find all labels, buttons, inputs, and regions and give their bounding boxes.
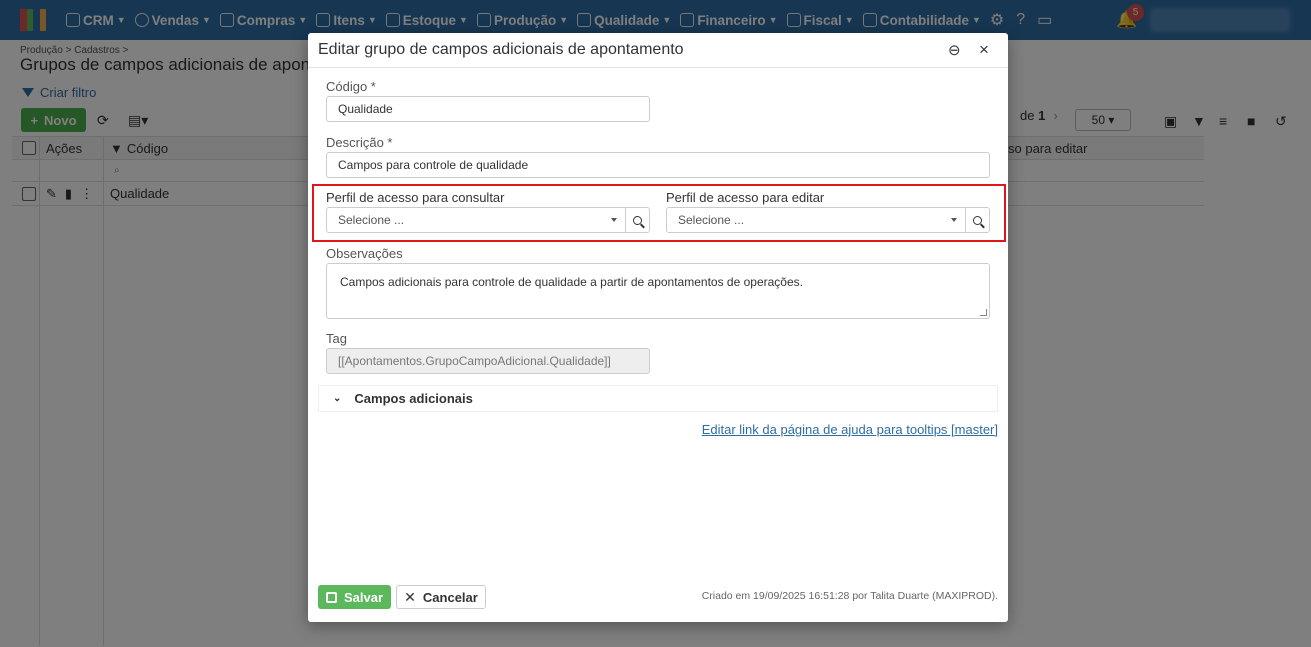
search-icon [973,215,982,225]
perfil-consultar-value: Selecione ... [338,213,405,227]
perfil-editar-select[interactable]: Selecione ... [666,207,990,233]
caret-down-icon [611,218,617,222]
descricao-label: Descrição * [326,135,393,150]
modal-title: Editar grupo de campos adicionais de apo… [318,41,684,58]
chevron-down-icon: ⌄ [333,393,342,404]
observacoes-value: Campos adicionais para controle de quali… [340,275,803,289]
save-button[interactable]: Salvar [318,585,391,609]
perfil-consultar-label: Perfil de acesso para consultar [326,190,505,205]
tag-label: Tag [326,331,347,346]
perfil-editar-value: Selecione ... [678,213,745,227]
perfil-consultar-select[interactable]: Selecione ... [326,207,650,233]
campos-adicionais-section[interactable]: ⌄ Campos adicionais [318,385,998,412]
codigo-label: Código * [326,79,376,94]
codigo-input[interactable]: Qualidade [326,96,650,122]
help-link[interactable]: Editar link da página de ajuda para tool… [702,422,998,437]
observacoes-textarea[interactable]: Campos adicionais para controle de quali… [326,263,990,319]
save-icon [325,591,337,603]
perfil-editar-search-button[interactable] [965,208,989,232]
link-icon[interactable]: ⊖ [948,41,961,59]
close-icon[interactable]: × [979,40,989,60]
observacoes-label: Observações [326,246,403,261]
created-info: Criado em 19/09/2025 16:51:28 por Talita… [701,590,998,602]
search-icon [633,215,642,225]
modal-header: Editar grupo de campos adicionais de apo… [308,33,1008,68]
close-icon: ✕ [404,588,416,605]
tag-input: [[Apontamentos.GrupoCampoAdicional.Quali… [326,348,650,374]
caret-down-icon [951,218,957,222]
edit-group-modal: Editar grupo de campos adicionais de apo… [308,33,1008,622]
cancel-button[interactable]: ✕ Cancelar [396,585,486,609]
descricao-input[interactable]: Campos para controle de qualidade [326,152,990,178]
section-label: Campos adicionais [354,391,473,406]
save-label: Salvar [343,589,384,605]
cancel-label: Cancelar [422,589,478,605]
resize-handle-icon[interactable] [980,309,987,316]
perfil-consultar-search-button[interactable] [625,208,649,232]
perfil-editar-label: Perfil de acesso para editar [666,190,825,205]
